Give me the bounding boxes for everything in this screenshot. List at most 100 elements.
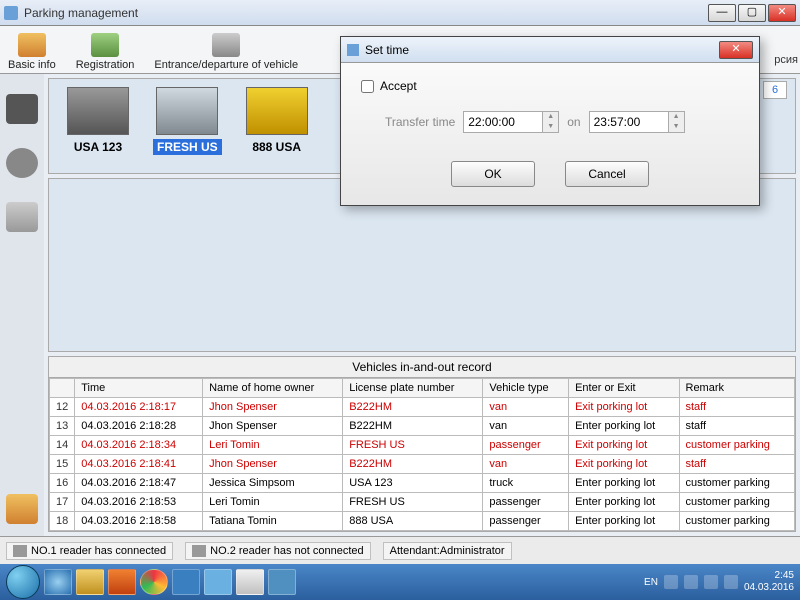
cell: passenger: [483, 493, 569, 512]
column-header[interactable]: License plate number: [343, 379, 483, 398]
connector-icon: [192, 545, 206, 557]
table-row[interactable]: 1204.03.2016 2:18:17Jhon SpenserB222HMva…: [50, 398, 795, 417]
down-arrow-icon[interactable]: ▼: [669, 122, 684, 132]
start-button[interactable]: [6, 565, 40, 599]
toolbar-basic-info[interactable]: Basic info: [8, 33, 56, 71]
column-header[interactable]: Remark: [679, 379, 795, 398]
dialog-app-icon: [347, 44, 359, 56]
accept-checkbox[interactable]: [361, 80, 374, 93]
taskbar-media-icon[interactable]: [108, 569, 136, 595]
connector-icon: [13, 545, 27, 557]
cell: staff: [679, 398, 795, 417]
flag-icon[interactable]: [684, 575, 698, 589]
table-row[interactable]: 1404.03.2016 2:18:34Leri TominFRESH USpa…: [50, 436, 795, 455]
truck-icon: [18, 33, 46, 57]
cell: passenger: [483, 436, 569, 455]
version-fragment: рсия: [774, 54, 798, 66]
column-header[interactable]: Enter or Exit: [569, 379, 679, 398]
count-box: 6: [763, 81, 787, 99]
transfer-time-label: Transfer time: [385, 115, 455, 129]
table-title: Vehicles in-and-out record: [49, 357, 795, 378]
ok-button[interactable]: OK: [451, 161, 535, 187]
tray-chevron-icon[interactable]: [664, 575, 678, 589]
table-header-row: TimeName of home ownerLicense plate numb…: [50, 379, 795, 398]
minimize-button[interactable]: —: [708, 4, 736, 22]
toolbar-label: Basic info: [8, 59, 56, 71]
system-tray: EN 2:45 04.03.2016: [644, 570, 794, 594]
status-text: NO.1 reader has connected: [31, 545, 166, 557]
cell: Jhon Spenser: [203, 455, 343, 474]
toolbar-label: Registration: [76, 59, 135, 71]
vehicle-card[interactable]: FRESH US: [153, 87, 222, 165]
cell: customer parking: [679, 474, 795, 493]
table-row[interactable]: 1804.03.2016 2:18:58Tatiana Tomin888 USA…: [50, 512, 795, 531]
dialog-title: Set time: [365, 43, 409, 57]
status-text: Attendant:Administrator: [390, 545, 505, 557]
accept-checkbox-row[interactable]: Accept: [361, 79, 739, 93]
cell: truck: [483, 474, 569, 493]
cell: FRESH US: [343, 493, 483, 512]
window-titlebar: Parking management — ▢ ✕: [0, 0, 800, 26]
row-number: 12: [50, 398, 75, 417]
cell: Enter porking lot: [569, 512, 679, 531]
time2-input[interactable]: [589, 111, 669, 133]
vehicle-label: 888 USA: [248, 139, 305, 155]
dialog-close-button[interactable]: ✕: [719, 41, 753, 59]
reader1-status: NO.1 reader has connected: [6, 542, 173, 560]
car-side-icon[interactable]: [6, 202, 38, 232]
up-arrow-icon[interactable]: ▲: [669, 112, 684, 122]
cell: Jhon Spenser: [203, 398, 343, 417]
table-row[interactable]: 1704.03.2016 2:18:53Leri TominFRESH USpa…: [50, 493, 795, 512]
taskbar-folder-icon[interactable]: [76, 569, 104, 595]
clock-time: 2:45: [744, 570, 794, 582]
cell: FRESH US: [343, 436, 483, 455]
time2-spinner[interactable]: ▲▼: [589, 111, 685, 133]
table-row[interactable]: 1304.03.2016 2:18:28Jhon SpenserB222HMva…: [50, 417, 795, 436]
time1-input[interactable]: [463, 111, 543, 133]
attendant-status: Attendant:Administrator: [383, 542, 512, 560]
down-arrow-icon[interactable]: ▼: [543, 122, 558, 132]
cell: Leri Tomin: [203, 436, 343, 455]
cell: 04.03.2016 2:18:34: [75, 436, 203, 455]
cell: van: [483, 398, 569, 417]
cancel-button[interactable]: Cancel: [565, 161, 649, 187]
row-number: 18: [50, 512, 75, 531]
network-icon[interactable]: [704, 575, 718, 589]
cell: Leri Tomin: [203, 493, 343, 512]
taskbar-explorer-icon[interactable]: [44, 569, 72, 595]
speaker-icon[interactable]: [6, 148, 38, 178]
vehicle-label: USA 123: [70, 139, 126, 155]
vehicle-card[interactable]: USA 123: [67, 87, 129, 165]
toolbar-registration[interactable]: Registration: [76, 33, 135, 71]
table-row[interactable]: 1504.03.2016 2:18:41Jhon SpenserB222HMva…: [50, 455, 795, 474]
row-number: 16: [50, 474, 75, 493]
table-row[interactable]: 1604.03.2016 2:18:47Jessica SimpsomUSA 1…: [50, 474, 795, 493]
time1-spinner[interactable]: ▲▼: [463, 111, 559, 133]
taskbar: EN 2:45 04.03.2016: [0, 564, 800, 600]
cell: passenger: [483, 512, 569, 531]
cell: 888 USA: [343, 512, 483, 531]
arrow-right-icon[interactable]: [6, 94, 38, 124]
taskbar-paint-icon[interactable]: [236, 569, 264, 595]
cell: Enter porking lot: [569, 474, 679, 493]
taskbar-chrome-icon[interactable]: [140, 569, 168, 595]
column-header[interactable]: Name of home owner: [203, 379, 343, 398]
vehicle-card[interactable]: 888 USA: [246, 87, 308, 165]
taskbar-app-icon[interactable]: [172, 569, 200, 595]
column-header[interactable]: Time: [75, 379, 203, 398]
lang-indicator[interactable]: EN: [644, 577, 658, 588]
volume-icon[interactable]: [724, 575, 738, 589]
toolbar-entrance-departure[interactable]: Entrance/departure of vehicle: [154, 33, 298, 71]
taskbar-app2-icon[interactable]: [204, 569, 232, 595]
close-button[interactable]: ✕: [768, 4, 796, 22]
taskbar-app3-icon[interactable]: [268, 569, 296, 595]
maximize-button[interactable]: ▢: [738, 4, 766, 22]
cell: Jhon Spenser: [203, 417, 343, 436]
person-icon[interactable]: [6, 494, 38, 524]
cell: Exit porking lot: [569, 436, 679, 455]
up-arrow-icon[interactable]: ▲: [543, 112, 558, 122]
clock[interactable]: 2:45 04.03.2016: [744, 570, 794, 594]
vehicle-thumbnail: [156, 87, 218, 135]
column-header[interactable]: Vehicle type: [483, 379, 569, 398]
cell: van: [483, 417, 569, 436]
